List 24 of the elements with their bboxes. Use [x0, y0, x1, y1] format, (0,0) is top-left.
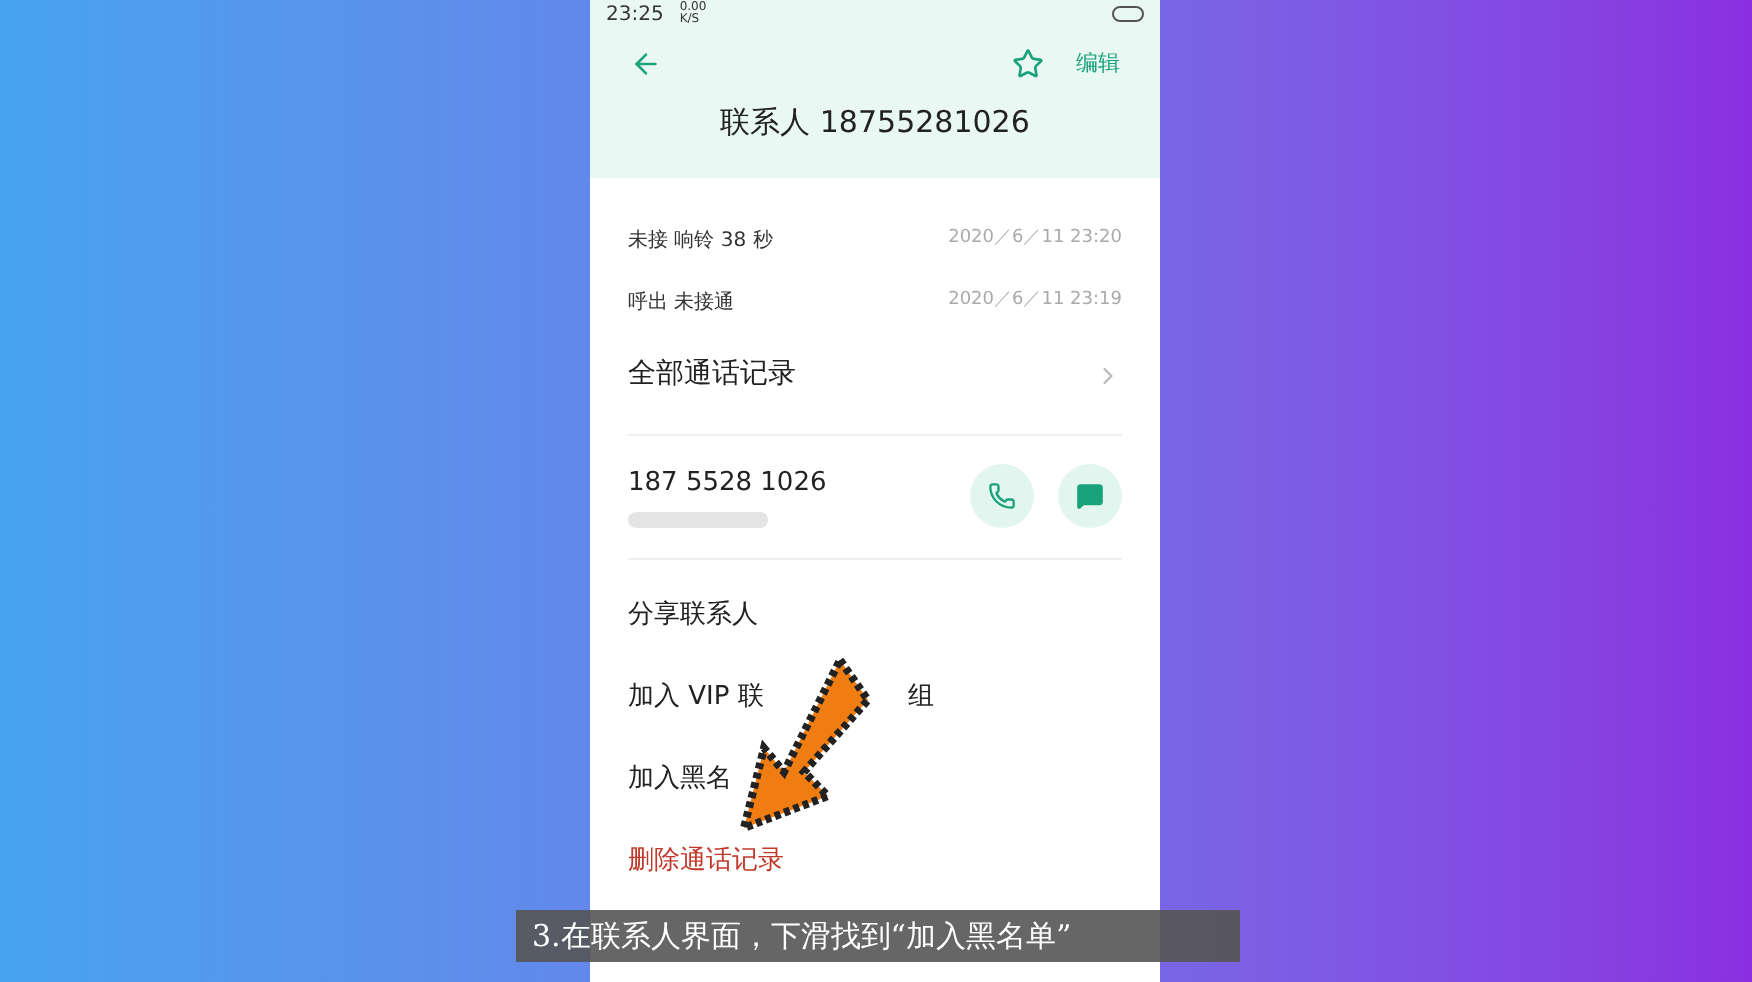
pointing-arrow-icon [736, 656, 876, 836]
back-icon[interactable] [630, 48, 662, 80]
call-time: 2020／6／11 23:19 [948, 288, 1122, 315]
contact-title: 联系人 18755281026 [720, 102, 1030, 144]
star-icon[interactable] [1012, 48, 1044, 80]
blurred-label [628, 511, 768, 528]
call-button[interactable] [970, 464, 1034, 528]
message-icon [1076, 482, 1104, 510]
call-time: 2020／6／11 23:20 [948, 226, 1122, 253]
status-time: 23:25 [606, 1, 664, 29]
battery-icon [1112, 6, 1144, 22]
call-record: 呼出 未接通 [628, 289, 735, 317]
message-button[interactable] [1058, 464, 1122, 528]
phone-icon [988, 482, 1016, 510]
phone-number: 187 5528 1026 [628, 466, 829, 503]
all-calls-row[interactable]: 全部通话记录 [628, 333, 1122, 417]
all-calls-label: 全部通话记录 [628, 356, 796, 394]
call-record: 未接 响铃 38 秒 [628, 227, 773, 255]
menu-item[interactable]: 删除通话记录 [628, 842, 784, 882]
menu-item[interactable]: 加入黑名 [628, 760, 732, 800]
menu-item-fragment: 组 [907, 680, 934, 717]
caption-text: 3.在联系人界面，下滑找到“加入黑名单” [532, 915, 1072, 958]
menu-item[interactable]: 分享联系人 [628, 596, 758, 636]
menu-item[interactable]: 加入 VIP 联 [628, 678, 764, 718]
